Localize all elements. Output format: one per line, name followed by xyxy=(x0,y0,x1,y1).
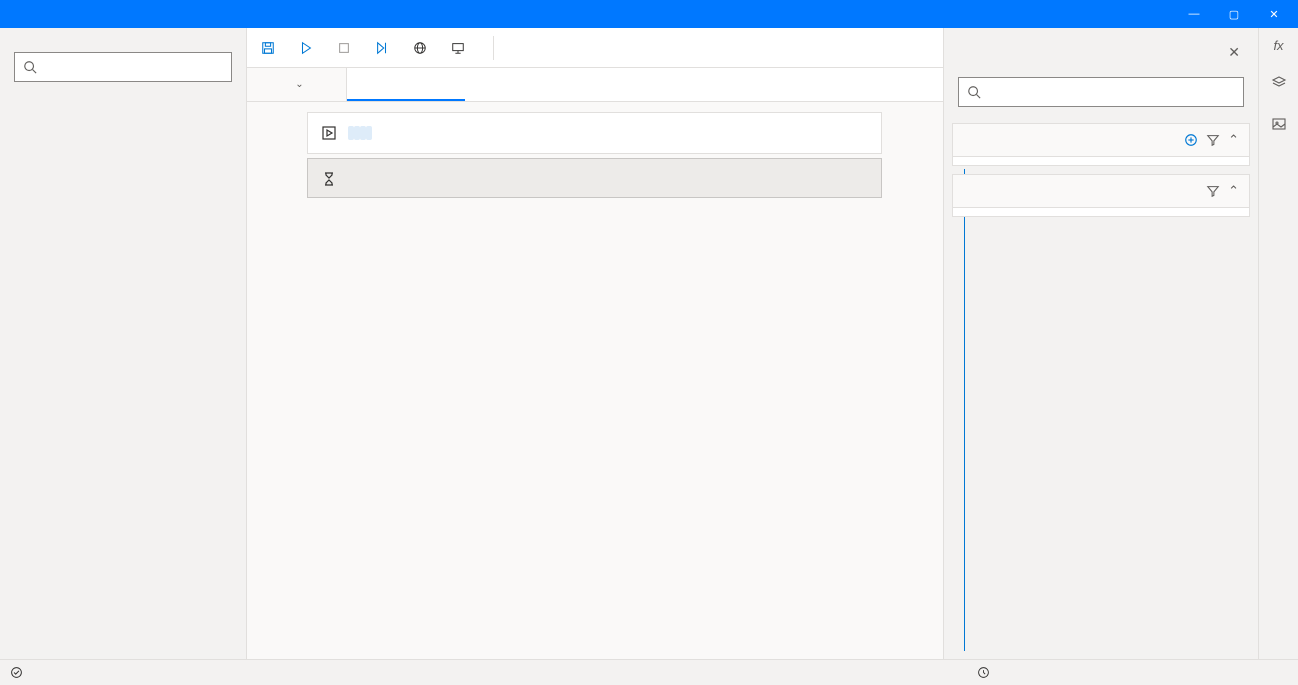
clock-icon xyxy=(977,666,990,679)
designer-area: ⌄ xyxy=(247,28,943,659)
collapse-icon[interactable]: ⌃ xyxy=(1228,132,1239,148)
variables-panel: ✕ ⌃ ⌃ xyxy=(943,28,1258,659)
step-icon xyxy=(375,41,389,55)
io-variables-header[interactable]: ⌃ xyxy=(952,123,1250,157)
chevron-down-icon: ⌄ xyxy=(295,79,303,90)
flow-canvas[interactable] xyxy=(247,102,943,659)
titlebar: — ▢ ✕ xyxy=(0,0,1298,28)
step-description xyxy=(348,125,372,143)
add-variable-icon[interactable] xyxy=(1184,133,1198,147)
actions-search[interactable] xyxy=(14,52,232,82)
save-button[interactable] xyxy=(261,41,281,55)
actions-tree[interactable] xyxy=(0,90,246,659)
search-icon xyxy=(967,85,981,99)
actions-header xyxy=(0,28,246,46)
step-number xyxy=(267,158,307,198)
image-icon[interactable] xyxy=(1271,116,1287,135)
web-recorder-button[interactable] xyxy=(413,41,433,55)
toolbar xyxy=(247,28,943,68)
close-variables-button[interactable]: ✕ xyxy=(1224,40,1244,65)
layers-icon[interactable] xyxy=(1271,75,1287,94)
run-button[interactable] xyxy=(299,41,319,55)
globe-icon xyxy=(413,41,427,55)
flow-variables-header[interactable]: ⌃ xyxy=(952,174,1250,208)
step-row-2[interactable] xyxy=(247,158,943,202)
maximize-button[interactable]: ▢ xyxy=(1214,0,1254,28)
fx-button[interactable]: fx xyxy=(1273,38,1283,53)
tabs-row: ⌄ xyxy=(247,68,943,102)
window-controls: — ▢ ✕ xyxy=(1174,0,1294,28)
save-icon xyxy=(261,41,275,55)
io-variables-list xyxy=(952,157,1250,166)
subflows-dropdown[interactable]: ⌄ xyxy=(247,68,347,101)
search-icon xyxy=(23,60,37,74)
monitor-icon xyxy=(451,41,465,55)
right-rail: fx xyxy=(1258,28,1298,659)
filter-icon[interactable] xyxy=(1206,184,1220,198)
step-row-1[interactable] xyxy=(247,112,943,158)
hourglass-icon xyxy=(320,169,338,187)
flow-variables-list xyxy=(952,208,1250,217)
actions-search-input[interactable] xyxy=(45,60,223,75)
check-icon xyxy=(10,666,23,679)
minimize-button[interactable]: — xyxy=(1174,0,1214,28)
toolbar-separator xyxy=(493,36,494,60)
statusbar xyxy=(0,659,1298,685)
filter-icon[interactable] xyxy=(1206,133,1220,147)
variables-search[interactable] xyxy=(958,77,1244,107)
variables-search-input[interactable] xyxy=(989,85,1235,100)
step-number xyxy=(267,112,307,154)
desktop-recorder-button[interactable] xyxy=(451,41,471,55)
collapse-icon[interactable]: ⌃ xyxy=(1228,183,1239,199)
play-icon xyxy=(299,41,313,55)
step-card-run-application[interactable] xyxy=(307,112,882,154)
step-card-wait[interactable] xyxy=(307,158,882,198)
run-next-button[interactable] xyxy=(375,41,395,55)
actions-panel xyxy=(0,28,247,659)
close-button[interactable]: ✕ xyxy=(1254,0,1294,28)
tab-main[interactable] xyxy=(347,68,465,101)
run-app-icon xyxy=(320,123,338,143)
stop-button[interactable] xyxy=(337,41,357,55)
stop-icon xyxy=(337,41,351,55)
